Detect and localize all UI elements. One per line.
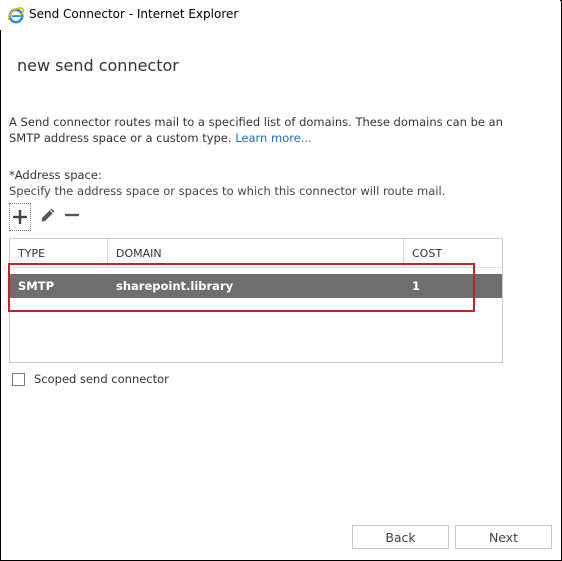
description: A Send connector routes mail to a specif… [9,114,529,146]
scoped-checkbox[interactable] [12,372,25,386]
window-title: Send Connector - Internet Explorer [29,7,239,21]
table-row[interactable]: SMTP sharepoint.library 1 [10,274,502,298]
column-header-type[interactable]: TYPE [10,239,108,267]
address-space-help: Specify the address space or spaces to w… [9,184,446,198]
cell-domain: sharepoint.library [116,279,234,293]
cell-cost: 1 [412,279,421,293]
title-bar: Send Connector - Internet Explorer [0,0,560,30]
address-space-label: *Address space: [9,168,102,182]
column-header-domain[interactable]: DOMAIN [108,239,404,267]
scoped-label: Scoped send connector [34,372,169,386]
remove-button[interactable] [61,203,83,227]
table-header: TYPE DOMAIN COST [10,239,502,268]
next-button[interactable]: Next [455,525,552,549]
minus-icon [65,213,79,217]
internet-explorer-icon [8,7,25,24]
scoped-send-connector-option[interactable]: Scoped send connector [12,372,169,386]
back-button[interactable]: Back [352,525,449,549]
edit-button[interactable] [37,203,59,227]
cell-type: SMTP [18,279,54,293]
page-title: new send connector [17,56,179,75]
column-header-cost[interactable]: COST [404,239,502,267]
plus-icon [13,210,27,224]
learn-more-link[interactable]: Learn more... [235,131,312,145]
add-button[interactable] [9,203,31,231]
address-space-table: TYPE DOMAIN COST SMTP sharepoint.library… [9,238,503,363]
pencil-icon [41,208,55,222]
